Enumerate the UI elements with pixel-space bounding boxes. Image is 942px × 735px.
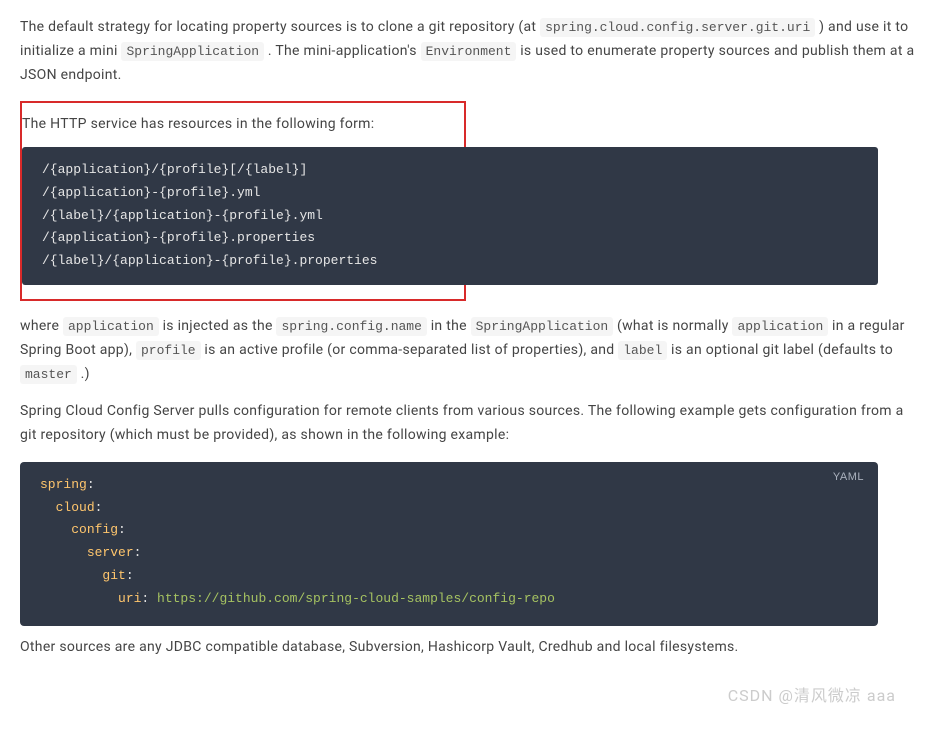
yaml-colon: : <box>118 522 126 537</box>
code-block-yaml: YAMLspring: cloud: config: server: git: … <box>20 462 878 627</box>
paragraph-where: where application is injected as the spr… <box>20 315 922 386</box>
inline-code: SpringApplication <box>471 317 614 336</box>
yaml-key: git <box>102 568 125 583</box>
yaml-colon: : <box>134 545 142 560</box>
inline-code: spring.config.name <box>276 317 426 336</box>
yaml-value: https://github.com/spring-cloud-samples/… <box>157 591 555 606</box>
yaml-key: config <box>71 522 118 537</box>
text: is an active profile (or comma-separated… <box>201 342 619 358</box>
inline-code: application <box>63 317 159 336</box>
text: in the <box>427 318 471 334</box>
inline-code: spring.cloud.config.server.git.uri <box>540 18 815 37</box>
yaml-key: server <box>87 545 134 560</box>
yaml-badge: YAML <box>833 468 864 487</box>
yaml-colon: : <box>95 500 103 515</box>
yaml-colon: : <box>87 477 95 492</box>
text: is an optional git label (defaults to <box>667 342 893 358</box>
inline-code: SpringApplication <box>121 42 264 61</box>
text: (what is normally <box>613 318 732 334</box>
yaml-colon: : <box>126 568 134 583</box>
inline-code: profile <box>136 341 201 360</box>
watermark: CSDN @清风微凉 aaa <box>20 682 922 709</box>
document-content: The default strategy for locating proper… <box>0 0 942 735</box>
text: .) <box>77 366 90 382</box>
paragraph-intro: The default strategy for locating proper… <box>20 16 922 87</box>
yaml-colon: : <box>141 591 157 606</box>
yaml-key: uri <box>118 591 141 606</box>
yaml-key: cloud <box>56 500 95 515</box>
paragraph-http-form: The HTTP service has resources in the fo… <box>22 113 464 137</box>
inline-code: application <box>732 317 828 336</box>
text: The default strategy for locating proper… <box>20 19 540 35</box>
yaml-key: spring <box>40 477 87 492</box>
paragraph-config-server: Spring Cloud Config Server pulls configu… <box>20 400 922 448</box>
text: . The mini-application's <box>264 43 421 59</box>
inline-code: master <box>20 365 77 384</box>
text: where <box>20 318 63 334</box>
code-block-resources: /{application}/{profile}[/{label}] /{app… <box>22 147 878 285</box>
inline-code: Environment <box>421 42 517 61</box>
inline-code: label <box>618 341 667 360</box>
text: is injected as the <box>159 318 277 334</box>
highlighted-section: The HTTP service has resources in the fo… <box>20 101 466 301</box>
paragraph-other-sources: Other sources are any JDBC compatible da… <box>20 636 922 660</box>
